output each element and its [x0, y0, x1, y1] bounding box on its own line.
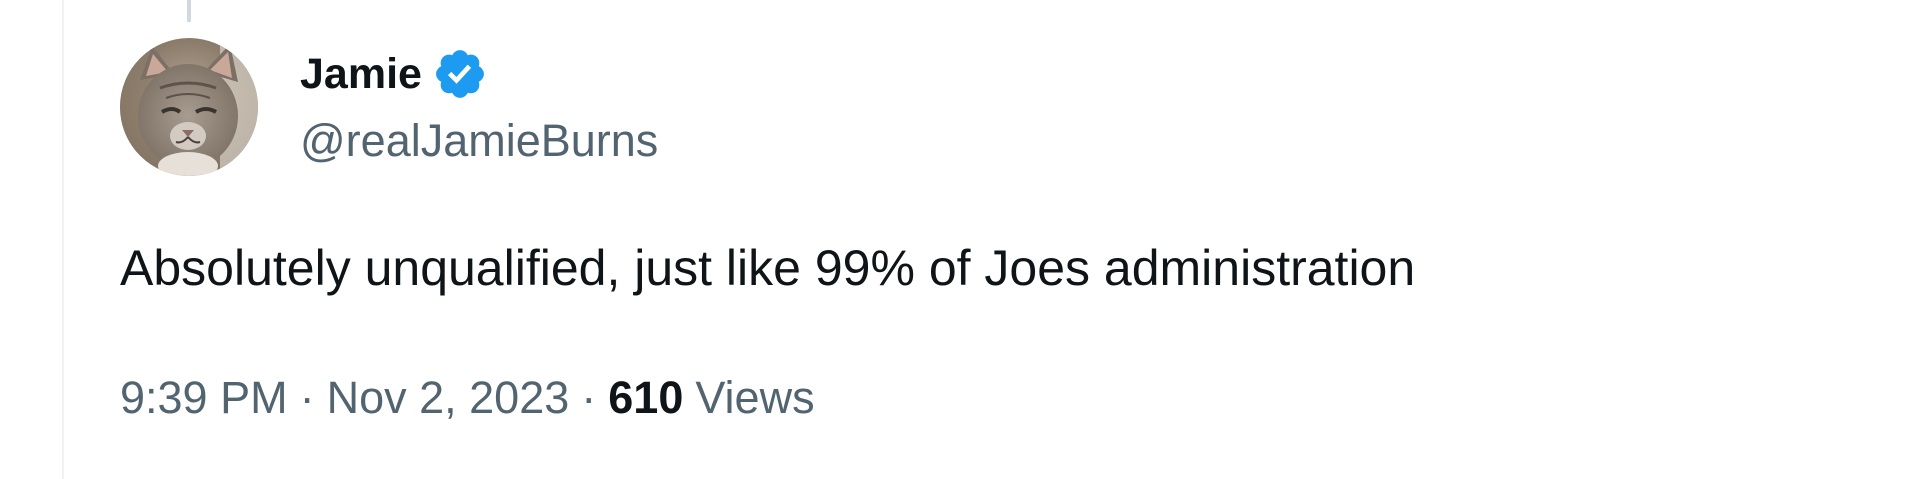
tweet-text: Absolutely unqualified, just like 99% of… [120, 240, 1416, 296]
tweet-meta-row: 9:39 PM · Nov 2, 2023 · 610 Views [120, 372, 815, 424]
cat-avatar-icon [120, 38, 258, 176]
author-handle[interactable]: @realJamieBurns [300, 116, 658, 166]
thread-connector-line [187, 0, 191, 22]
author-display-name[interactable]: Jamie [300, 52, 422, 96]
verified-badge-icon[interactable] [432, 46, 488, 102]
avatar[interactable] [120, 38, 258, 176]
views-label: Views [695, 372, 815, 423]
tweet-time[interactable]: 9:39 PM [120, 372, 288, 424]
meta-separator: · [581, 372, 597, 423]
timeline-left-border [62, 0, 64, 479]
author-name-row: Jamie [300, 46, 488, 102]
meta-separator: · [299, 372, 315, 423]
tweet-date[interactable]: Nov 2, 2023 [327, 372, 570, 424]
views-count: 610 [608, 372, 684, 423]
